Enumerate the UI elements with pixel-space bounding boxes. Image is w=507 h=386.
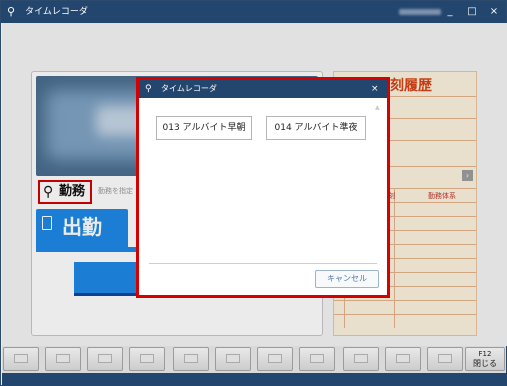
scroll-up-icon[interactable]: ▲ xyxy=(375,104,381,112)
app-window: ⚲ タイムレコーダ _ □ × ⚲ 勤務 勤務を指定 出勤 刻履歴 › 刻 勤務… xyxy=(0,0,507,386)
maximize-button[interactable]: □ xyxy=(463,4,481,20)
work-type-dialog: ⚲ タイムレコーダ × 013 アルバイト早朝 014 アルバイト準夜 ▲ キャ… xyxy=(136,77,390,298)
title-bar: ⚲ タイムレコーダ _ □ × xyxy=(1,1,506,23)
option-button-late-shift[interactable]: 014 アルバイト準夜 xyxy=(266,116,366,140)
option-button-early-shift[interactable]: 013 アルバイト早朝 xyxy=(156,116,252,140)
dialog-title: タイムレコーダ xyxy=(161,84,217,93)
user-info-blurred xyxy=(399,9,441,15)
person-plus-icon: ⚲ xyxy=(7,5,16,18)
dialog-title-bar: ⚲ タイムレコーダ × xyxy=(139,80,387,98)
cancel-button[interactable]: キャンセル xyxy=(315,270,379,288)
status-bar xyxy=(2,373,507,386)
close-button[interactable]: × xyxy=(485,4,503,20)
minimize-button[interactable]: _ xyxy=(441,4,459,20)
person-plus-icon: ⚲ xyxy=(145,84,152,94)
dialog-divider xyxy=(149,263,377,264)
window-title: タイムレコーダ xyxy=(25,7,88,17)
dialog-close-button[interactable]: × xyxy=(371,82,379,96)
